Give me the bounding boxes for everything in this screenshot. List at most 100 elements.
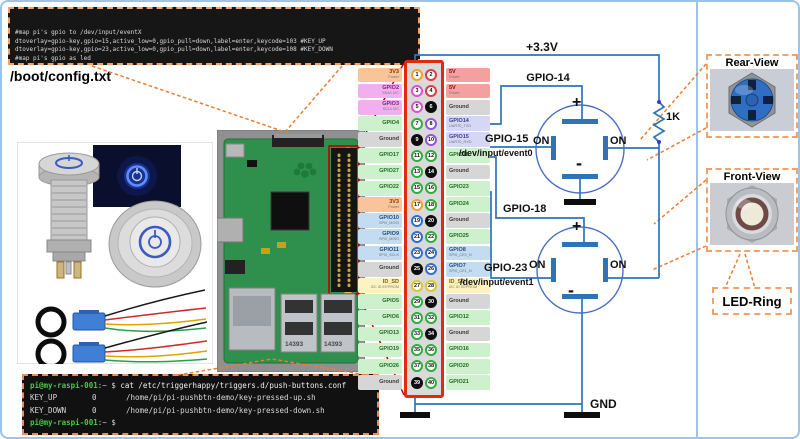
gpio-pin-19: 19 (411, 214, 423, 227)
gpio-pin-14: 14 (425, 166, 437, 179)
gpio-pin-2: 2 (425, 69, 437, 82)
gpio-left-labels: 3V3 Power GPIO2 SDA1 I2C GPIO3 SCL1 I2C GPIO4 G… (358, 67, 402, 392)
config-line: dtoverlay=gpio-key,gpio=15,active_low=0,… (15, 37, 326, 45)
gpio-pin-28: 28 (425, 279, 437, 292)
gpio-pin-3: 3 (411, 85, 423, 98)
gpio-label-3v3: 3V3 Power (358, 67, 402, 83)
gpio-pin-row: 11 12 (410, 148, 438, 164)
config-line: #map pi's gpio to /dev/input/eventX (15, 29, 142, 37)
label-on-1-right: ON (610, 135, 627, 147)
gpio-label-gpio2: GPIO2 SDA1 I2C (358, 83, 402, 99)
gpio-label-gpio24: GPIO24 (446, 197, 490, 212)
rear-view-photo (710, 69, 794, 131)
gpio-label-gpio8: GPIO8 SPI0_CE0_N (446, 245, 490, 261)
gpio-pin-row: 56 (410, 99, 438, 115)
pushbutton-symbol-1 (535, 104, 625, 194)
gpio-label-gpio14: GPIO14 UART0_TXD (446, 116, 490, 131)
gpio-label-gpio20: GPIO20 (446, 358, 490, 374)
gpio-label-ground: Ground (446, 326, 490, 342)
gpio-pin-row: 34 (410, 83, 438, 99)
gpio-pin-33: 33 (411, 328, 423, 341)
gpio-label-gpio19: GPIO19 (358, 342, 402, 358)
gpio-label-gpio17: GPIO17 (358, 148, 402, 164)
gpio-pin-24: 24 (425, 247, 437, 260)
trigger-prompt-line: pi@my-raspi-001:~ $ cat /etc/triggerhapp… (30, 380, 371, 392)
micro-usb-port (225, 143, 245, 158)
gpio-pin-10: 10 (425, 133, 437, 146)
gpio-pin-row: 35 36 (410, 342, 438, 358)
config-terminal: #map pi's gpio to /dev/input/eventX dtove… (8, 7, 420, 65)
gpio-label-5v: 5V Power (446, 67, 490, 83)
gpio-pin-26: 26 (425, 263, 437, 276)
gpio-label-gpio6: GPIO6 (358, 310, 402, 326)
led-ring-box: LED-Ring (712, 287, 792, 315)
soc-chip (270, 191, 310, 231)
label-gpio15: GPIO-15 (485, 133, 529, 145)
gpio-pin-12: 12 (425, 150, 437, 163)
gpio-pin-row: 17 18 (410, 197, 438, 213)
label-event0: /dev/input/event0 (459, 148, 533, 158)
wire-gpio14 (490, 85, 583, 125)
gpio-pin-row: 78 (410, 116, 438, 132)
gpio-pin-5: 5 (411, 101, 423, 114)
front-view-photo (710, 183, 794, 245)
gpio-pin-31: 31 (411, 311, 423, 324)
label-on-2-left: ON (529, 259, 546, 271)
led-glow-inset-photo (93, 145, 181, 207)
gpio-label-gpio5: GPIO5 (358, 294, 402, 309)
gpio-pin-row: 12 (410, 67, 438, 83)
gpio-label-gpio4: GPIO4 (358, 116, 402, 131)
gpio-label-ground: Ground (358, 132, 402, 148)
gpio-label-gpio10: GPIO10 SPI0_MOSI (358, 213, 402, 228)
gpio-pin-row: 21 22 (410, 229, 438, 245)
gpio-pin-38: 38 (425, 360, 437, 373)
gpio-pin-row: 31 32 (410, 310, 438, 326)
label-gnd: GND (590, 397, 617, 411)
rear-view-box: Rear-View (706, 54, 798, 138)
gpio-pin-39: 39 (411, 376, 423, 389)
gpio-label-gpio12: GPIO12 (446, 310, 490, 326)
gpio-pin-25: 25 (411, 263, 423, 276)
prompt-user: pi@my-raspi-001 (30, 381, 98, 390)
gpio-label-ground: Ground (446, 164, 490, 180)
gpio-pin-16: 16 (425, 182, 437, 195)
label-gpio18: GPIO-18 (503, 203, 547, 215)
prompt-path: :~ $ (97, 381, 121, 390)
trigger-rows: KEY_UP 0/home/pi/pi-pushbtn-demo/key-pres… (30, 392, 371, 417)
gpio-pin-strip: 1 2 3 4 5 6 7 8 9 10 11 12 13 14 15 16 17 18 19 20 21 22 23 24 2… (404, 60, 444, 398)
gpio-header (331, 148, 357, 292)
gpio-pin-row: 25 26 (410, 261, 438, 277)
usb-stamp-1: 14393 (285, 341, 303, 348)
gpio-label-gpio13: GPIO13 (358, 326, 402, 342)
hdmi-port (217, 217, 244, 243)
label-plus-2: + (572, 218, 582, 235)
gpio-pin-row: 9 10 (410, 132, 438, 148)
gpio-label-gpio23: GPIO23 (446, 180, 490, 196)
gpio-pin-row: 23 24 (410, 245, 438, 261)
gpio-label-gpio25: GPIO25 (446, 229, 490, 245)
gpio-pin-row: 15 16 (410, 180, 438, 196)
gpio-pin-4: 4 (425, 85, 437, 98)
gpio-label-gpio27: GPIO27 (358, 164, 402, 180)
gpio-pin-row: 27 28 (410, 277, 438, 293)
audio-jack (225, 260, 245, 274)
gpio-label-ground: Ground (446, 99, 490, 115)
label-1k: 1K (666, 111, 681, 123)
label-3v3: +3.3V (526, 40, 558, 54)
rear-view-title: Rear-View (725, 57, 779, 69)
gpio-pin-13: 13 (411, 166, 423, 179)
usb-stamp-2: 14393 (324, 341, 342, 348)
gpio-pin-row: 37 38 (410, 358, 438, 374)
front-view-title: Front-View (723, 171, 781, 183)
front-view-box: Front-View (706, 168, 798, 252)
label-on-1-left: ON (533, 135, 550, 147)
gpio-pin-29: 29 (411, 295, 423, 308)
gpio-label-gpio21: GPIO21 (446, 375, 490, 390)
label-event1: /dev/input/event1 (460, 277, 534, 287)
config-line: dtoverlay=gpio-key,gpio=23,active_low=0,… (15, 46, 333, 54)
gpio-label-3v3: 3V3 Power (358, 197, 402, 212)
vertical-divider (696, 2, 698, 437)
gpio-label-5v: 5V Power (446, 83, 490, 99)
label-minus-1: - (576, 153, 582, 173)
config-file-caption: /boot/config.txt (10, 68, 112, 84)
